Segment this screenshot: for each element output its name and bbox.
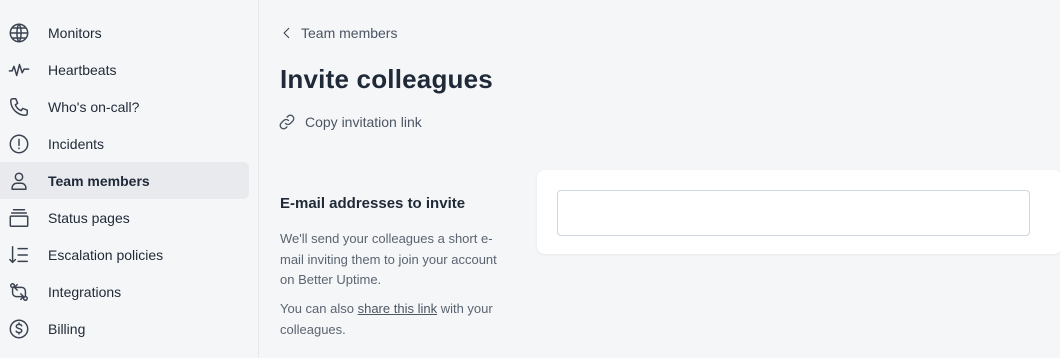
chevron-left-icon <box>283 27 290 39</box>
share-prefix: You can also <box>280 301 358 316</box>
sort-list-icon <box>8 244 30 266</box>
invite-section-title: E-mail addresses to invite <box>280 195 466 212</box>
layers-icon <box>8 207 30 229</box>
copy-invitation-link-button[interactable]: Copy invitation link <box>278 112 422 132</box>
phone-icon <box>8 96 30 118</box>
sidebar-item-incidents[interactable]: Incidents <box>0 125 249 162</box>
sidebar-item-label: Integrations <box>48 284 122 300</box>
sidebar-item-label: Who's on-call? <box>48 99 140 115</box>
invite-section-description: We'll send your colleagues a short e-mai… <box>280 231 497 287</box>
breadcrumb-label: Team members <box>301 25 398 41</box>
sidebar-item-label: Heartbeats <box>48 62 117 78</box>
sidebar-item-team-members[interactable]: Team members <box>0 162 249 199</box>
email-addresses-input[interactable] <box>557 190 1030 236</box>
user-icon <box>8 170 30 192</box>
share-this-link[interactable]: share this link <box>358 301 437 316</box>
heartbeat-icon <box>8 59 30 81</box>
sidebar-item-billing[interactable]: Billing <box>0 310 249 347</box>
main-content: Team members Invite colleagues Copy invi… <box>260 0 1060 358</box>
sidebar-item-label: Status pages <box>48 210 130 226</box>
sidebar: Monitors Heartbeats Who's on-call? Incid… <box>0 0 259 358</box>
sidebar-item-heartbeats[interactable]: Heartbeats <box>0 51 249 88</box>
link-icon <box>279 114 295 130</box>
sidebar-item-escalation-policies[interactable]: Escalation policies <box>0 236 249 273</box>
breadcrumb-back-link[interactable]: Team members <box>280 24 397 42</box>
sidebar-item-whos-on-call[interactable]: Who's on-call? <box>0 88 249 125</box>
dollar-circle-icon <box>8 318 30 340</box>
share-link-paragraph: You can also share this link with your c… <box>280 299 520 340</box>
globe-icon <box>8 22 30 44</box>
sidebar-item-label: Billing <box>48 321 86 337</box>
page-title: Invite colleagues <box>280 64 493 94</box>
sidebar-item-status-pages[interactable]: Status pages <box>0 199 249 236</box>
sidebar-item-label: Escalation policies <box>48 247 164 263</box>
sidebar-item-monitors[interactable]: Monitors <box>0 14 249 51</box>
alert-circle-icon <box>8 133 30 155</box>
email-invite-card <box>537 170 1060 254</box>
copy-invitation-link-label: Copy invitation link <box>305 114 422 130</box>
sidebar-item-integrations[interactable]: Integrations <box>0 273 249 310</box>
sidebar-item-label: Monitors <box>48 25 102 41</box>
sidebar-item-label: Incidents <box>48 136 105 152</box>
sidebar-item-label: Team members <box>48 173 150 189</box>
arrows-exchange-icon <box>8 281 30 303</box>
